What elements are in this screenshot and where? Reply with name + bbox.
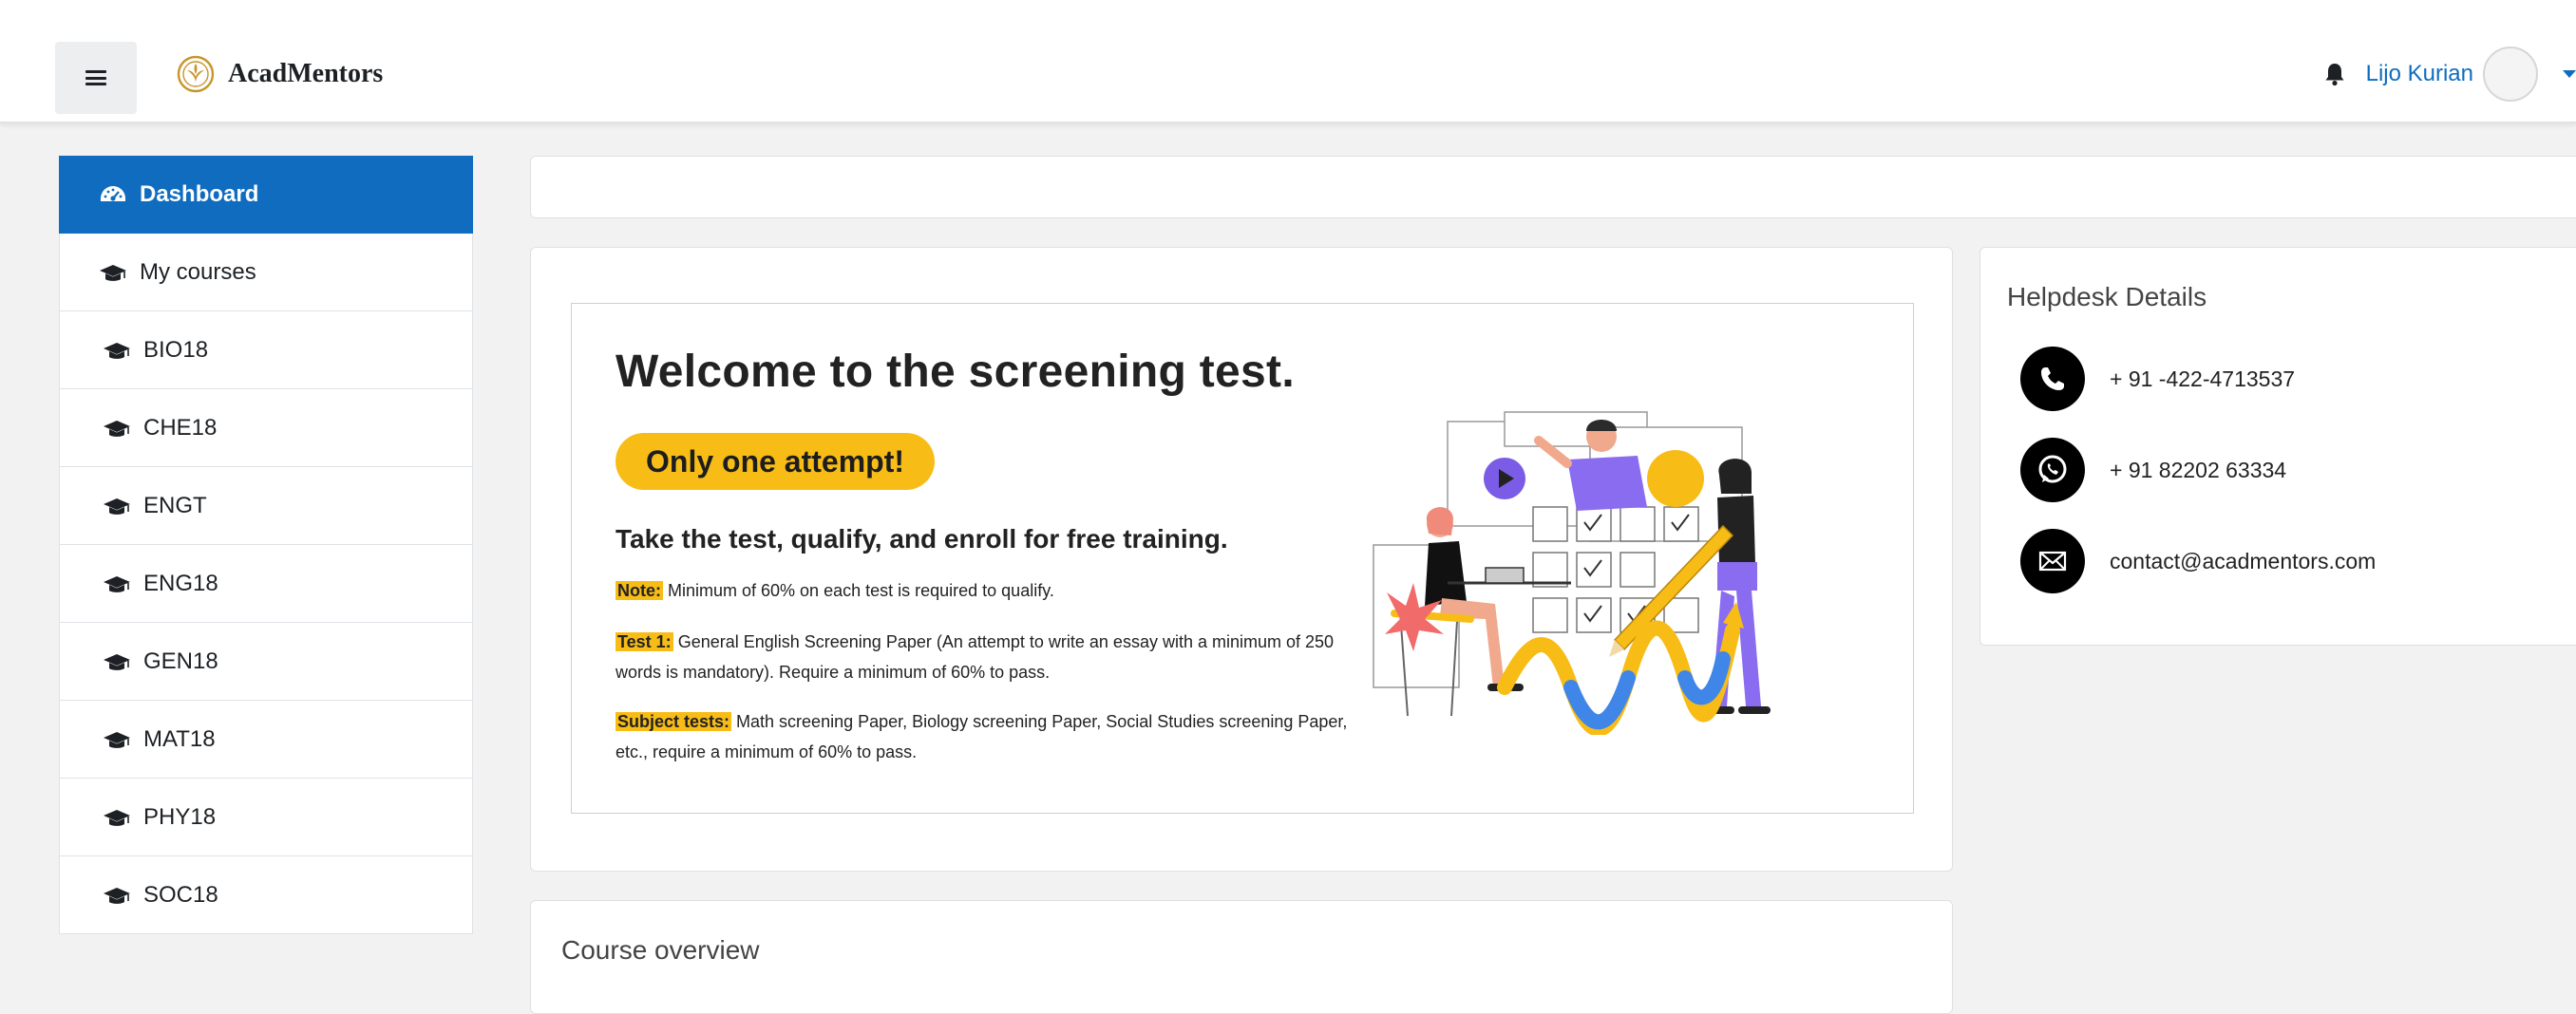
graduation-cap-icon <box>104 575 130 592</box>
graduation-cap-icon <box>104 498 130 515</box>
top-navbar: AcadMentors Lijo Kurian <box>0 0 2576 123</box>
sidebar-item-label: Dashboard <box>140 181 259 207</box>
test1-label: Test 1: <box>616 632 673 651</box>
notification-bell-icon[interactable] <box>2320 60 2349 88</box>
screening-test-banner: Welcome to the screening test. Only one … <box>571 303 1914 814</box>
graduation-cap-icon <box>104 731 130 748</box>
sidebar-item-label: CHE18 <box>143 414 218 441</box>
welcome-block: Welcome to the screening test. Only one … <box>530 247 1953 872</box>
sidebar-item-my-courses[interactable]: My courses <box>59 234 473 311</box>
helpdesk-email-address[interactable]: contact@acadmentors.com <box>2110 549 2376 574</box>
sidebar-item-mat18[interactable]: MAT18 <box>59 701 473 779</box>
note-label: Note: <box>616 581 663 600</box>
helpdesk-whatsapp-number: + 91 82202 63334 <box>2110 457 2287 482</box>
sidebar-item-soc18[interactable]: SOC18 <box>59 856 473 934</box>
students-illustration <box>1373 411 1771 735</box>
acadmentors-logo-icon <box>177 55 215 93</box>
test1-paragraph: Test 1: General English Screening Paper … <box>616 627 1366 687</box>
graduation-cap-icon <box>104 653 130 670</box>
sidebar-item-label: My courses <box>140 258 256 285</box>
page-header-region <box>530 156 2576 218</box>
sidebar-item-phy18[interactable]: PHY18 <box>59 779 473 856</box>
sidebar-item-label: GEN18 <box>143 648 218 674</box>
sidebar-item-gen18[interactable]: GEN18 <box>59 623 473 701</box>
sidebar-item-eng18[interactable]: ENG18 <box>59 545 473 623</box>
sidebar-item-dashboard[interactable]: Dashboard <box>59 156 473 234</box>
attempt-badge: Only one attempt! <box>616 433 936 490</box>
sidebar-item-che18[interactable]: CHE18 <box>59 389 473 467</box>
user-name-link[interactable]: Lijo Kurian <box>2366 61 2473 87</box>
note-text: Minimum of 60% on each test is required … <box>663 581 1054 600</box>
whatsapp-icon <box>2020 438 2085 502</box>
email-icon <box>2020 529 2085 593</box>
helpdesk-whatsapp: + 91 82202 63334 <box>2020 438 2286 502</box>
phone-icon <box>2020 347 2085 411</box>
graduation-cap-icon <box>104 420 130 437</box>
subject-tests-paragraph: Subject tests: Math screening Paper, Bio… <box>616 706 1366 767</box>
user-avatar[interactable] <box>2483 47 2538 102</box>
sidebar-item-label: PHY18 <box>143 803 217 830</box>
menu-toggle-button[interactable] <box>55 42 137 114</box>
dashboard-icon <box>101 186 125 201</box>
user-menu: Lijo Kurian <box>2320 46 2576 103</box>
course-overview-title: Course overview <box>561 935 760 965</box>
sidebar-item-label: SOC18 <box>143 881 218 908</box>
course-overview-card: Course overview <box>530 900 1953 1014</box>
sidebar-item-label: ENG18 <box>143 570 218 596</box>
graduation-cap-icon <box>104 809 130 826</box>
graduation-cap-icon <box>100 264 126 281</box>
helpdesk-phone-number: + 91 -422-4713537 <box>2110 366 2296 391</box>
chevron-down-icon[interactable] <box>2563 70 2576 78</box>
note-paragraph: Note: Minimum of 60% on each test is req… <box>616 575 1366 606</box>
graduation-cap-icon <box>104 342 130 359</box>
helpdesk-card: Helpdesk Details + 91 -422-4713537 + 91 … <box>1979 247 2576 646</box>
sidebar-item-label: BIO18 <box>143 336 209 363</box>
graduation-cap-icon <box>104 887 130 904</box>
test1-text: General English Screening Paper (An atte… <box>616 632 1335 682</box>
helpdesk-phone: + 91 -422-4713537 <box>2020 347 2295 411</box>
helpdesk-title: Helpdesk Details <box>2007 282 2207 311</box>
subject-tests-label: Subject tests: <box>616 712 732 731</box>
sidebar-item-label: ENGT <box>143 492 207 518</box>
sidebar-nav: Dashboard My courses BIO18 CHE18 ENGT EN… <box>59 156 473 934</box>
banner-tagline: Take the test, qualify, and enroll for f… <box>616 524 1228 554</box>
helpdesk-email: contact@acadmentors.com <box>2020 529 2376 593</box>
hamburger-icon <box>85 70 106 85</box>
sidebar-item-label: MAT18 <box>143 725 216 752</box>
brand[interactable]: AcadMentors <box>177 55 383 93</box>
sidebar-item-engt[interactable]: ENGT <box>59 467 473 545</box>
banner-title: Welcome to the screening test. <box>616 347 1295 397</box>
sidebar-item-bio18[interactable]: BIO18 <box>59 311 473 389</box>
brand-name: AcadMentors <box>228 59 384 88</box>
